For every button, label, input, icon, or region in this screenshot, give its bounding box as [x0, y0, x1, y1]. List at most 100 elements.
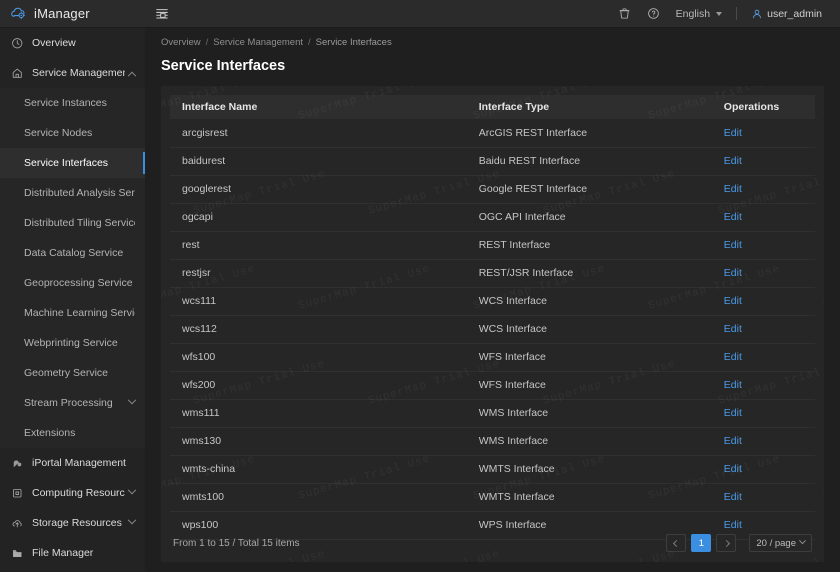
sidebar-item-geoprocessing-service[interactable]: Geoprocessing Service [0, 268, 145, 298]
brand[interactable]: iManager [0, 0, 145, 27]
sidebar-item-label: Webprinting Service [24, 337, 118, 349]
edit-link[interactable]: Edit [724, 267, 742, 279]
table-row: wfs200 WFS Interface Edit [170, 371, 815, 400]
sidebar-item-stream-processing[interactable]: Stream Processing [0, 388, 145, 418]
cell-operations: Edit [711, 231, 815, 260]
sidebar-item-service-instances[interactable]: Service Instances [0, 88, 145, 118]
chevron-down-icon [127, 485, 137, 495]
table-row: wcs112 WCS Interface Edit [170, 315, 815, 344]
language-selector[interactable]: English [668, 0, 730, 28]
page-size-selector[interactable]: 20 / page [749, 534, 812, 552]
sidebar: Overview Service Management Service Inst… [0, 28, 145, 572]
sidebar-item-service-management[interactable]: Service Management [0, 58, 145, 88]
sidebar-item-label: Machine Learning Service [24, 307, 135, 319]
edit-link[interactable]: Edit [724, 491, 742, 503]
dashboard-icon [10, 37, 24, 50]
breadcrumb-item[interactable]: Overview [161, 37, 201, 48]
table-row: baidurest Baidu REST Interface Edit [170, 147, 815, 176]
cell-operations: Edit [711, 175, 815, 204]
sidebar-item-label: Stream Processing [24, 397, 113, 409]
sidebar-item-machine-learning-service[interactable]: Machine Learning Service [0, 298, 145, 328]
top-bar: iManager English user_admin [0, 0, 840, 28]
sidebar-item-data-catalog-service[interactable]: Data Catalog Service [0, 238, 145, 268]
table-row: rest REST Interface Edit [170, 231, 815, 260]
table-row: wmts100 WMTS Interface Edit [170, 483, 815, 512]
portal-icon [10, 457, 24, 470]
sidebar-item-distributed-analysis-service[interactable]: Distributed Analysis Service [0, 178, 145, 208]
table-row: restjsr REST/JSR Interface Edit [170, 259, 815, 288]
cell-interface-name: wfs200 [170, 371, 467, 400]
table-body: arcgisrest ArcGIS REST Interface Edit ba… [170, 119, 815, 540]
edit-link[interactable]: Edit [724, 239, 742, 251]
sidebar-item-label: Geometry Service [24, 367, 109, 379]
table-row: wfs100 WFS Interface Edit [170, 343, 815, 372]
sidebar-item-iportal-management[interactable]: iPortal Management [0, 448, 145, 478]
sidebar-item-extensions[interactable]: Extensions [0, 418, 145, 448]
edit-link[interactable]: Edit [724, 463, 742, 475]
pagination-summary: From 1 to 15 / Total 15 items [173, 537, 300, 549]
cell-interface-type: WCS Interface [466, 287, 712, 316]
user-icon [753, 9, 761, 18]
edit-link[interactable]: Edit [724, 183, 742, 195]
cell-operations: Edit [711, 315, 815, 344]
pagination-prev-button[interactable] [666, 534, 687, 552]
sidebar-item-file-manager[interactable]: File Manager [0, 538, 145, 568]
language-label: English [675, 7, 711, 20]
sidebar-item-service-interfaces[interactable]: Service Interfaces [0, 148, 145, 178]
table-row: wmts-china WMTS Interface Edit [170, 455, 815, 484]
edit-link[interactable]: Edit [724, 323, 742, 335]
edit-link[interactable]: Edit [724, 379, 742, 391]
edit-link[interactable]: Edit [724, 211, 742, 223]
cell-interface-type: WMTS Interface [466, 455, 712, 484]
help-icon-button[interactable] [639, 0, 668, 28]
menu-collapse-icon[interactable] [145, 0, 179, 28]
edit-link[interactable]: Edit [724, 127, 742, 139]
cell-operations: Edit [711, 371, 815, 400]
cell-interface-name: ogcapi [170, 203, 467, 232]
pagination-next-button[interactable] [716, 534, 737, 552]
body: Overview Service Management Service Inst… [0, 28, 840, 572]
cpu-icon [10, 487, 24, 500]
cell-interface-type: WFS Interface [466, 343, 712, 372]
breadcrumb: Overview / Service Management / Service In… [145, 28, 840, 48]
username-label: user_admin [767, 7, 822, 20]
edit-link[interactable]: Edit [724, 351, 742, 363]
edit-link[interactable]: Edit [724, 295, 742, 307]
user-menu[interactable]: user_admin [743, 0, 830, 28]
cell-interface-type: WMS Interface [466, 399, 712, 428]
sidebar-item-overview[interactable]: Overview [0, 28, 145, 58]
sidebar-item-configuration[interactable]: Configuration [0, 568, 145, 572]
sidebar-item-computing-resources[interactable]: Computing Resources [0, 478, 145, 508]
cell-interface-name: wms130 [170, 427, 467, 456]
bottom-spacer [145, 562, 840, 572]
column-header-interface-type: Interface Type [466, 95, 712, 119]
sidebar-item-storage-resources[interactable]: Storage Resources [0, 508, 145, 538]
trash-icon [619, 8, 630, 19]
edit-link[interactable]: Edit [724, 407, 742, 419]
sidebar-item-geometry-service[interactable]: Geometry Service [0, 358, 145, 388]
sidebar-item-service-nodes[interactable]: Service Nodes [0, 118, 145, 148]
cell-operations: Edit [711, 119, 815, 148]
breadcrumb-item[interactable]: Service Management [213, 37, 303, 48]
cell-interface-type: REST Interface [466, 231, 712, 260]
sidebar-item-webprinting-service[interactable]: Webprinting Service [0, 328, 145, 358]
trash-icon-button[interactable] [610, 0, 639, 28]
sidebar-item-distributed-tiling-service[interactable]: Distributed Tiling Service [0, 208, 145, 238]
sidebar-item-label: Geoprocessing Service [24, 277, 133, 289]
cell-operations: Edit [711, 399, 815, 428]
cell-interface-type: WMTS Interface [466, 483, 712, 512]
table-row: wms130 WMS Interface Edit [170, 427, 815, 456]
cell-operations: Edit [711, 287, 815, 316]
brand-name: iManager [34, 6, 90, 21]
pagination-page-1-button[interactable]: 1 [691, 534, 712, 552]
chevron-down-icon [127, 395, 137, 405]
table-row: googlerest Google REST Interface Edit [170, 175, 815, 204]
cell-interface-name: baidurest [170, 147, 467, 176]
cell-interface-name: wcs112 [170, 315, 467, 344]
cell-interface-type: ArcGIS REST Interface [466, 119, 712, 148]
cell-operations: Edit [711, 147, 815, 176]
table-card: SuperMap Trial UseSuperMap Trial UseSupe… [161, 86, 824, 562]
cell-interface-name: restjsr [170, 259, 467, 288]
edit-link[interactable]: Edit [724, 155, 742, 167]
edit-link[interactable]: Edit [724, 435, 742, 447]
